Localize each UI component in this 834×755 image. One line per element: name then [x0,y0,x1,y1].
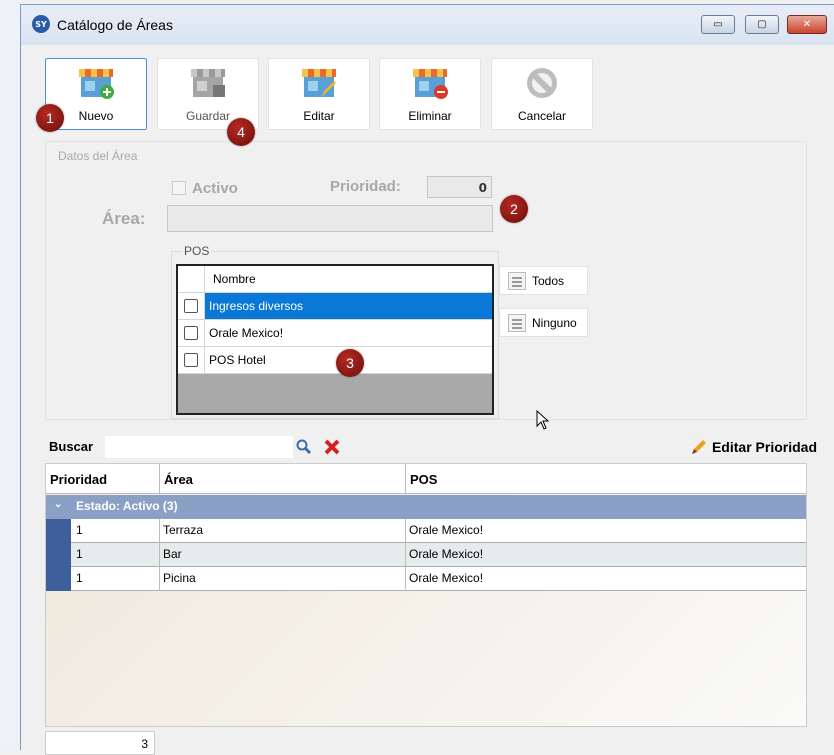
area-details-group: Datos del Área Activo Prioridad: 0 Área:… [45,141,807,420]
pos-row-name: Ingresos diversos [209,299,304,313]
cell-prioridad: 1 [76,547,83,561]
col-pos[interactable]: POS [410,472,437,487]
eliminar-button[interactable]: Eliminar [379,58,481,130]
cell-area: Bar [163,547,182,561]
table-row[interactable]: 1 Bar Orale Mexico! [46,543,806,567]
pos-row-checkbox[interactable] [184,353,198,367]
pos-title: POS [182,244,212,258]
activo-label: Activo [192,180,238,197]
list-icon [508,313,526,332]
cancelar-label: Cancelar [517,109,567,123]
cancel-icon [523,65,561,101]
background-strip [0,0,20,750]
nuevo-label: Nuevo [78,109,114,123]
cancelar-button[interactable]: Cancelar [491,58,593,130]
annotation-badge-3: 3 [336,349,364,377]
annotation-badge-2: 2 [500,195,528,223]
annotation-badge-1: 1 [36,104,64,132]
pos-row-name: POS Hotel [209,353,266,367]
pencil-icon [691,440,706,454]
ninguno-button[interactable]: Ninguno [499,308,588,337]
pos-row-checkbox[interactable] [184,299,198,313]
close-button[interactable]: ✕ [787,15,827,34]
catalog-window: SY Catálogo de Áreas ▭ ▢ ✕ Nuevo Guardar… [20,4,834,755]
search-bar: Buscar Editar Prioridad [45,433,827,461]
areas-grid: Prioridad Área POS ⌄ Estado: Activo (3) … [45,463,807,727]
chevron-down-icon[interactable]: ⌄ [54,499,62,510]
prioridad-label: Prioridad: [330,178,401,195]
edit-priority-label: Editar Prioridad [711,439,817,455]
record-count: 3 [45,731,155,755]
pos-row[interactable]: POS Hotel [178,347,492,374]
pos-row[interactable]: Orale Mexico! [178,320,492,347]
area-label: Área: [102,209,146,228]
window-title: Catálogo de Áreas [57,17,173,33]
editar-button[interactable]: Editar [268,58,370,130]
search-input[interactable] [105,436,293,458]
area-input[interactable] [167,205,493,232]
search-label: Buscar [49,439,94,454]
cell-pos: Orale Mexico! [409,571,484,585]
cell-pos: Orale Mexico! [409,523,484,537]
pos-frame: POS Nombre Ingresos diversos Orale Mexic… [171,244,499,419]
grid-header: Prioridad Área POS [46,464,806,494]
cell-prioridad: 1 [76,571,83,585]
table-row[interactable]: 1 Terraza Orale Mexico! [46,519,806,543]
guardar-label: Guardar [185,109,231,123]
app-icon: SY [32,15,50,33]
edit-priority-button[interactable]: Editar Prioridad [690,438,817,456]
annotation-badge-4: 4 [227,118,255,146]
header-check-cell [178,266,205,292]
pos-row-checkbox[interactable] [184,326,198,340]
maximize-button[interactable]: ▢ [745,15,779,34]
activo-checkbox[interactable] [172,181,186,195]
cell-pos: Orale Mexico! [409,547,484,561]
store-add-icon [77,65,115,101]
pos-row[interactable]: Ingresos diversos [178,293,492,320]
cell-area: Picina [163,571,196,585]
group-label: Estado: Activo (3) [76,499,178,513]
pos-header-nombre: Nombre [213,272,256,286]
search-icon[interactable] [295,438,313,459]
minimize-button[interactable]: ▭ [701,15,735,34]
pos-grid: Nombre Ingresos diversos Orale Mexico! P… [176,264,494,415]
eliminar-label: Eliminar [408,109,452,123]
pos-grid-header: Nombre [178,266,492,293]
list-icon [508,271,526,290]
cell-area: Terraza [163,523,204,537]
prioridad-field[interactable]: 0 [427,176,492,198]
pos-row-name: Orale Mexico! [209,326,284,340]
clear-icon[interactable] [323,438,341,459]
col-prioridad[interactable]: Prioridad [50,472,107,487]
group-title: Datos del Área [58,149,138,163]
store-edit-icon [300,65,338,101]
ninguno-label: Ninguno [532,315,577,330]
todos-label: Todos [532,273,565,288]
group-row[interactable]: ⌄ Estado: Activo (3) [46,495,806,519]
title-bar: SY Catálogo de Áreas ▭ ▢ ✕ [21,5,834,45]
col-area[interactable]: Área [164,472,193,487]
cell-prioridad: 1 [76,523,83,537]
table-row[interactable]: 1 Picina Orale Mexico! [46,567,806,591]
store-save-icon [189,65,227,101]
mouse-cursor-icon [536,409,550,433]
editar-label: Editar [303,109,335,123]
store-delete-icon [411,65,449,101]
todos-button[interactable]: Todos [499,266,588,295]
